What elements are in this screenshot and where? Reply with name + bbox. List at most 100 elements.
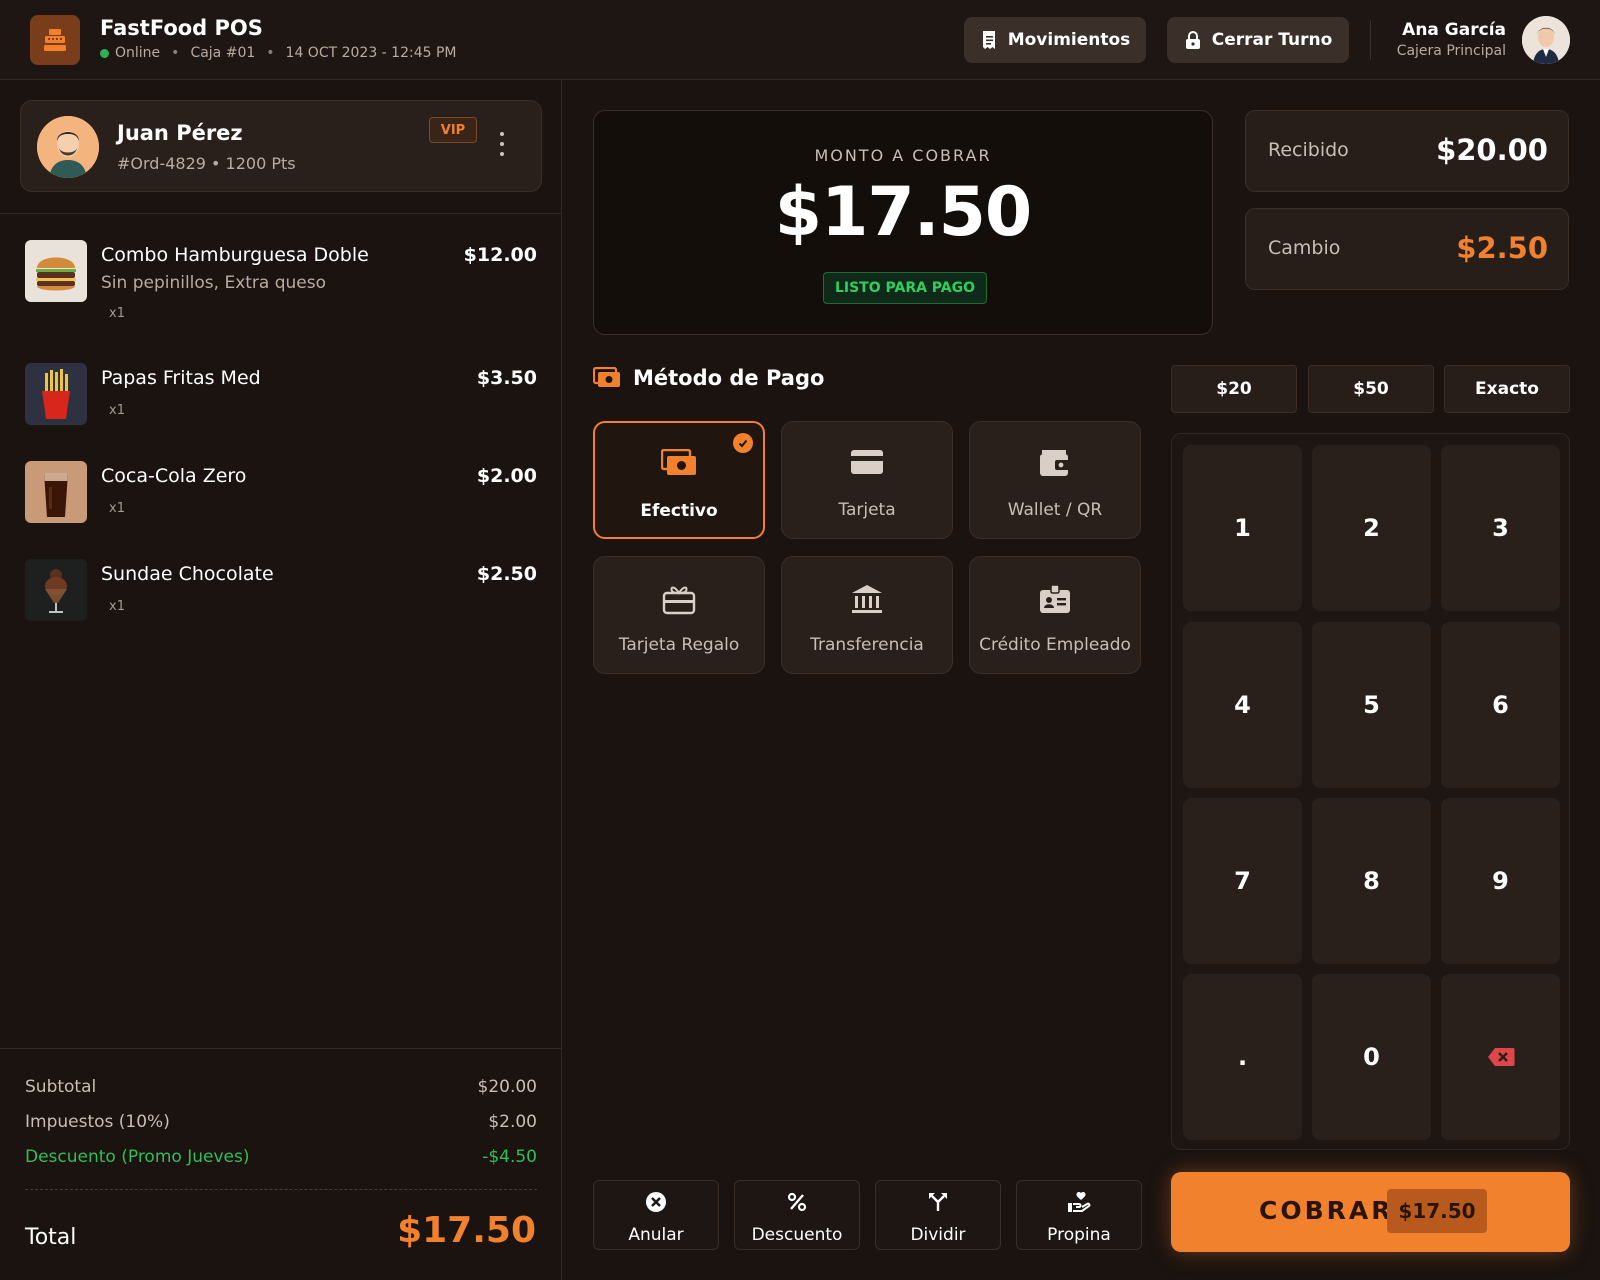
item-price: $2.00	[476, 465, 537, 487]
change-value: $2.50	[1456, 231, 1548, 265]
order-item[interactable]: Combo Hamburguesa Doble Sin pepinillos, …	[25, 240, 537, 330]
more-options-icon[interactable]	[495, 129, 509, 159]
cashier-role: Cajera Principal	[1396, 43, 1506, 59]
payment-method-header: Método de Pago	[593, 366, 824, 390]
discount-value: -$4.50	[482, 1147, 537, 1167]
vip-badge: VIP	[429, 117, 477, 143]
percent-icon	[787, 1192, 807, 1212]
keypad-key-6[interactable]: 6	[1441, 622, 1560, 788]
payment-method-cash[interactable]: Efectivo	[593, 421, 765, 539]
app-title: FastFood POS	[100, 16, 263, 40]
register-number: Caja #01	[190, 45, 256, 61]
payment-method-wallet[interactable]: Wallet / QR	[969, 421, 1141, 539]
change-label: Cambio	[1268, 237, 1341, 259]
payment-method-label: Tarjeta	[838, 500, 896, 520]
discount-action-label: Descuento	[751, 1225, 843, 1245]
item-quantity: x1	[109, 599, 125, 614]
charge-label: COBRAR	[1259, 1196, 1394, 1225]
movements-button[interactable]: Movimientos	[964, 17, 1146, 63]
split-button[interactable]: Dividir	[875, 1180, 1001, 1250]
keypad-key-8[interactable]: 8	[1312, 798, 1431, 964]
session-datetime: 14 OCT 2023 - 12:45 PM	[285, 45, 457, 61]
amount-due-card: MONTO A COBRAR $17.50 LISTO PARA PAGO	[593, 110, 1213, 335]
payment-method-label: Wallet / QR	[1007, 500, 1103, 520]
top-bar: FastFood POS Online • Caja #01 • 14 OCT …	[0, 0, 1600, 80]
customer-card[interactable]: Juan Pérez #Ord-4829 • 1200 Pts VIP	[20, 100, 542, 192]
tip-button[interactable]: Propina	[1016, 1180, 1142, 1250]
cashier-avatar[interactable]	[1522, 16, 1570, 64]
payment-method-label: Transferencia	[810, 635, 924, 655]
quick-amount-20-button[interactable]: $20	[1171, 365, 1297, 413]
cancel-circle-icon	[646, 1192, 666, 1212]
customer-order-points: #Ord-4829 • 1200 Pts	[117, 154, 296, 173]
payment-method-label: Crédito Empleado	[979, 635, 1131, 655]
keypad-key-7[interactable]: 7	[1183, 798, 1302, 964]
card-icon	[851, 450, 883, 474]
payment-method-card[interactable]: Tarjeta	[781, 421, 953, 539]
subtotal-value: $20.00	[477, 1077, 537, 1097]
split-label: Dividir	[910, 1225, 966, 1245]
customer-avatar	[37, 116, 99, 178]
item-name: Sundae Chocolate	[101, 563, 274, 585]
void-label: Anular	[628, 1225, 684, 1245]
cashier-name: Ana García	[1402, 20, 1506, 40]
payment-ready-badge: LISTO PARA PAGO	[823, 272, 987, 304]
cash-icon	[661, 449, 696, 475]
bank-icon	[852, 585, 882, 613]
payment-method-transfer[interactable]: Transferencia	[781, 556, 953, 674]
fries-thumbnail	[25, 363, 87, 425]
payment-method-employee-credit[interactable]: Crédito Empleado	[969, 556, 1141, 674]
keypad-key-2[interactable]: 2	[1312, 445, 1431, 611]
amount-due-label: MONTO A COBRAR	[814, 146, 992, 165]
lock-icon	[1185, 31, 1200, 49]
payment-method-gift-card[interactable]: Tarjeta Regalo	[593, 556, 765, 674]
change-card: Cambio $2.50	[1245, 208, 1569, 290]
tip-hand-heart-icon	[1068, 1191, 1091, 1212]
item-name: Combo Hamburguesa Doble	[101, 244, 369, 266]
payment-method-label: Efectivo	[640, 501, 718, 521]
order-item[interactable]: Coca-Cola Zero $2.00 x1	[25, 461, 537, 523]
discount-label: Descuento (Promo Jueves)	[25, 1147, 250, 1167]
subtotal-label: Subtotal	[25, 1077, 97, 1097]
close-shift-label: Cerrar Turno	[1211, 30, 1333, 50]
received-value: $20.00	[1436, 133, 1548, 167]
item-quantity: x1	[109, 501, 125, 516]
register-logo-icon	[30, 15, 80, 65]
tip-label: Propina	[1047, 1225, 1111, 1245]
split-icon	[929, 1193, 947, 1211]
keypad-key-0[interactable]: 0	[1312, 974, 1431, 1140]
wallet-icon	[1040, 450, 1070, 476]
discount-button[interactable]: Descuento	[734, 1180, 860, 1250]
order-item[interactable]: Papas Fritas Med $3.50 x1	[25, 363, 537, 425]
item-price: $2.50	[476, 563, 537, 585]
order-item[interactable]: Sundae Chocolate $2.50 x1	[25, 559, 537, 621]
payment-method-label: Tarjeta Regalo	[618, 635, 740, 655]
receipt-icon	[982, 31, 995, 49]
keypad-backspace-button[interactable]	[1441, 974, 1560, 1140]
keypad-key-9[interactable]: 9	[1441, 798, 1560, 964]
item-price: $3.50	[476, 367, 537, 389]
numeric-keypad: 1 2 3 4 5 6 7 8 9 . 0	[1171, 433, 1570, 1150]
keypad-key-1[interactable]: 1	[1183, 445, 1302, 611]
customer-name: Juan Pérez	[117, 121, 243, 145]
online-status: Online	[115, 45, 161, 61]
close-shift-button[interactable]: Cerrar Turno	[1167, 17, 1349, 63]
tax-label: Impuestos (10%)	[25, 1112, 170, 1132]
exact-amount-button[interactable]: Exacto	[1444, 365, 1570, 413]
item-quantity: x1	[109, 306, 125, 321]
item-note: Sin pepinillos, Extra queso	[101, 273, 327, 293]
keypad-key-5[interactable]: 5	[1312, 622, 1431, 788]
total-value: $17.50	[397, 1210, 536, 1251]
keypad-key-4[interactable]: 4	[1183, 622, 1302, 788]
keypad-key-3[interactable]: 3	[1441, 445, 1560, 611]
keypad-key-decimal[interactable]: .	[1183, 974, 1302, 1140]
item-quantity: x1	[109, 403, 125, 418]
sundae-thumbnail	[25, 559, 87, 621]
soda-thumbnail	[25, 461, 87, 523]
gift-card-icon	[662, 586, 696, 615]
quick-amount-50-button[interactable]: $50	[1308, 365, 1434, 413]
item-price: $12.00	[463, 244, 537, 266]
charge-button[interactable]: COBRAR $17.50	[1171, 1172, 1570, 1252]
void-button[interactable]: Anular	[593, 1180, 719, 1250]
online-status-dot	[100, 48, 109, 58]
